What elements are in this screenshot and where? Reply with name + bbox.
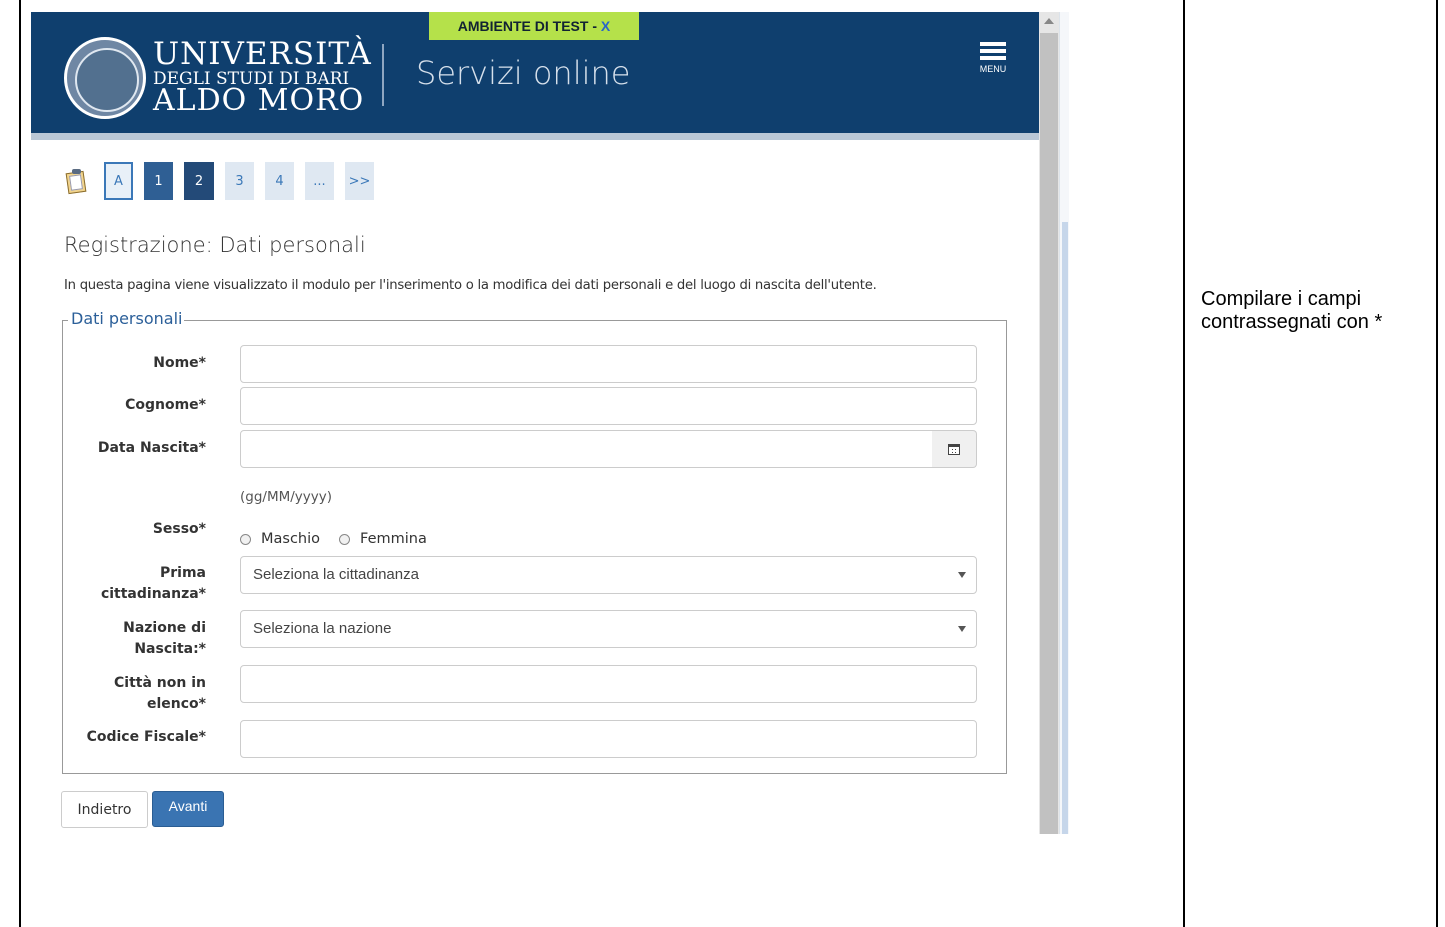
university-line1: UNIVERSITÀ [153, 36, 372, 72]
cittadinanza-select[interactable]: Seleziona la cittadinanza [240, 556, 977, 594]
header-divider [382, 44, 384, 106]
frame-edge [1059, 12, 1069, 834]
step-4[interactable]: 4 [265, 162, 294, 200]
fieldset-legend: Dati personali [68, 309, 185, 328]
date-format-hint: (gg/MM/yyyy) [240, 489, 333, 505]
codice-fiscale-input[interactable] [240, 720, 977, 758]
nazione-label-line1: Nazione di [123, 620, 206, 636]
sesso-option-maschio[interactable]: Maschio [240, 531, 320, 547]
nazione-selected: Seleziona la nazione [253, 620, 392, 637]
screenshot-frame: AMBIENTE DI TEST - X UNIVERSITÀ DEGLI ST… [31, 12, 1039, 834]
next-button[interactable]: Avanti [152, 791, 224, 827]
chevron-down-icon [958, 572, 966, 578]
radio-maschio[interactable] [240, 533, 251, 545]
cognome-input[interactable] [240, 387, 977, 425]
sesso-label: Sesso* [152, 521, 206, 537]
doc-border-left [19, 0, 21, 927]
calendar-button[interactable] [932, 430, 977, 468]
test-banner-close[interactable]: X [601, 18, 610, 34]
menu-icon [980, 42, 1006, 46]
chevron-down-icon [958, 626, 966, 632]
step-next[interactable]: >> [345, 162, 374, 200]
nazione-select[interactable]: Seleziona la nazione [240, 610, 977, 648]
instruction-note: Compilare i campi contrassegnati con * [1201, 288, 1383, 333]
nome-input[interactable] [240, 345, 977, 383]
site-header: AMBIENTE DI TEST - X UNIVERSITÀ DEGLI ST… [31, 12, 1039, 140]
data-nascita-label: Data Nascita* [97, 440, 206, 456]
citta-label-line1: Città non in [114, 675, 206, 691]
nome-label: Nome* [153, 355, 206, 371]
maschio-label: Maschio [261, 531, 321, 547]
citta-label-line2: elenco* [147, 696, 206, 712]
step-pager: A 1 2 3 4 ... >> [64, 162, 385, 200]
step-1[interactable]: 1 [144, 162, 173, 200]
university-line3: ALDO MORO [153, 83, 365, 118]
menu-label: MENU [979, 64, 1007, 74]
cognome-label: Cognome* [125, 397, 206, 413]
sesso-option-femmina[interactable]: Femmina [339, 531, 427, 547]
femmina-label: Femmina [360, 531, 427, 547]
cittadinanza-selected: Seleziona la cittadinanza [253, 566, 419, 583]
service-title: Servizi online [416, 54, 631, 92]
doc-border-middle [1183, 0, 1185, 927]
menu-button[interactable]: MENU [978, 39, 1008, 83]
doc-border-right [1436, 0, 1438, 927]
citta-label: Città non in elenco* [61, 673, 206, 715]
radio-femmina[interactable] [339, 533, 351, 545]
nazione-label: Nazione di Nascita:* [61, 618, 206, 660]
vertical-scrollbar[interactable] [1039, 12, 1059, 834]
step-a[interactable]: A [104, 162, 133, 200]
test-banner-label: AMBIENTE DI TEST - [457, 18, 601, 34]
scroll-thumb[interactable] [1040, 33, 1058, 834]
nazione-label-line2: Nascita:* [134, 641, 206, 657]
university-logo-text[interactable]: UNIVERSITÀ DEGLI STUDI DI BARI ALDO MORO [153, 39, 372, 116]
page-title: Registrazione: Dati personali [64, 233, 366, 257]
cittadinanza-label-line1: Prima [160, 565, 206, 581]
calendar-icon [948, 443, 960, 455]
citta-input[interactable] [240, 665, 977, 703]
university-seal-icon[interactable] [64, 37, 146, 119]
cittadinanza-label-line2: cittadinanza* [100, 586, 206, 602]
step-3[interactable]: 3 [225, 162, 254, 200]
cittadinanza-label: Prima cittadinanza* [61, 563, 206, 605]
codice-fiscale-label: Codice Fiscale* [86, 729, 206, 745]
page-intro: In questa pagina viene visualizzato il m… [64, 278, 877, 293]
sesso-radio-group: Maschio Femmina [240, 531, 446, 547]
step-2-current[interactable]: 2 [184, 162, 214, 200]
test-environment-banner: AMBIENTE DI TEST - X [429, 12, 639, 40]
step-more[interactable]: ... [305, 162, 334, 200]
back-button[interactable]: Indietro [61, 791, 148, 828]
clipboard-icon[interactable] [64, 168, 88, 195]
data-nascita-input[interactable] [240, 430, 933, 468]
scroll-up-arrow[interactable] [1044, 18, 1054, 24]
